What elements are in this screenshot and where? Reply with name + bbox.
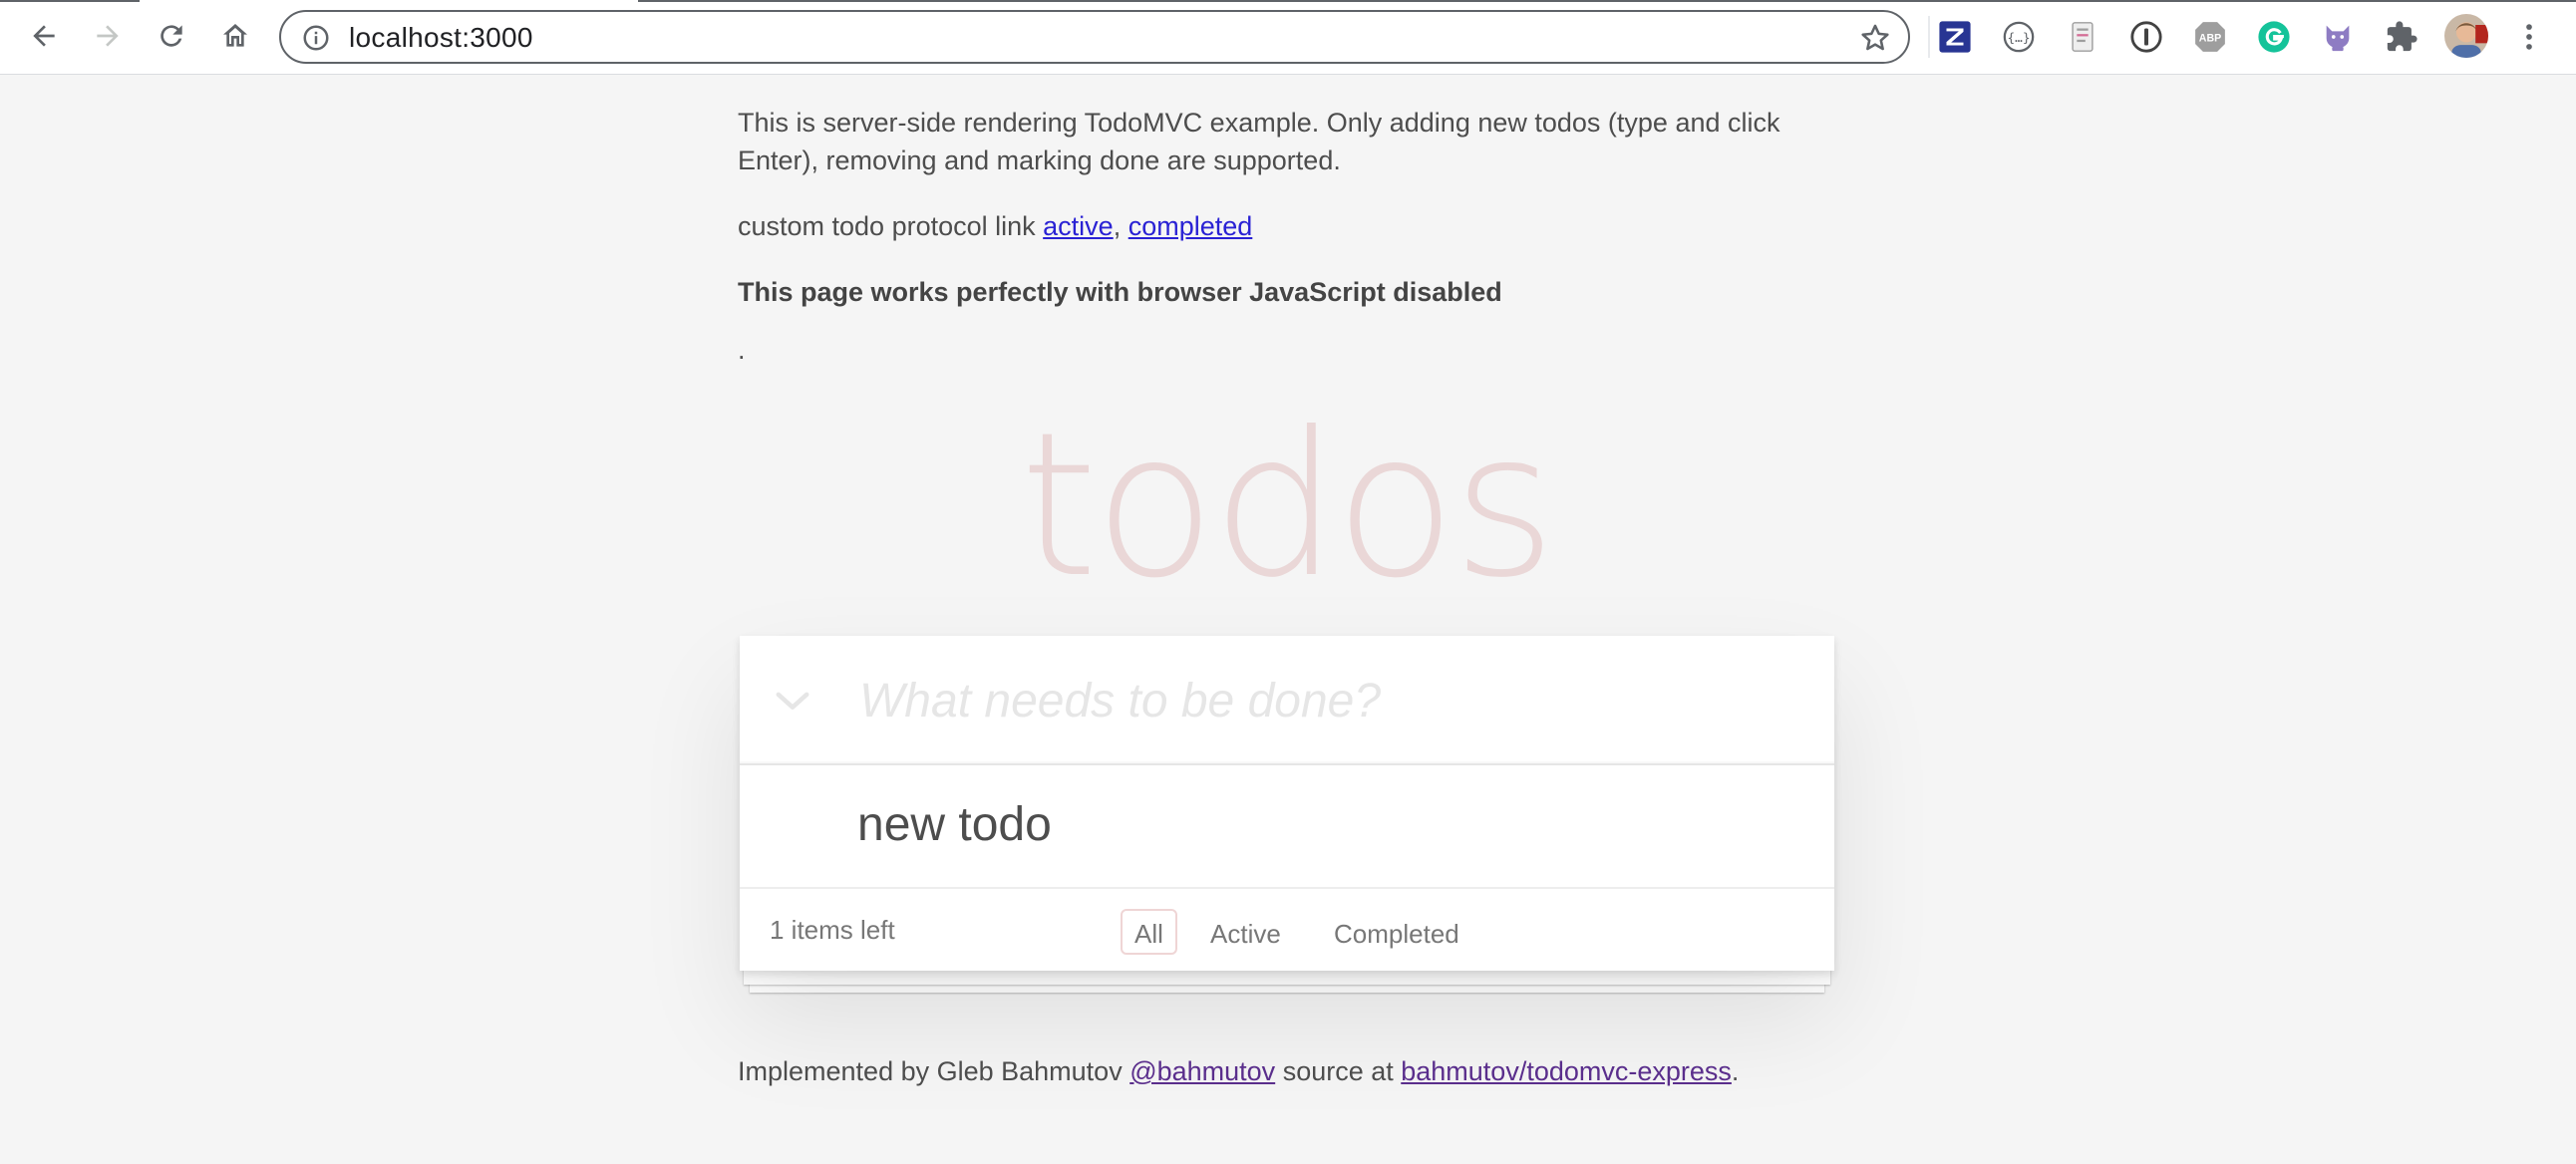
chevron-down-icon	[776, 692, 809, 710]
repo-link[interactable]: bahmutov/todomvc-express	[1401, 1056, 1732, 1086]
bookmark-star-icon[interactable]	[1858, 21, 1892, 55]
app-title: todos	[1019, 390, 1556, 622]
intro-section: This is server-side rendering TodoMVC ex…	[738, 104, 1834, 369]
cat-extension-icon[interactable]	[2319, 18, 2357, 56]
arrow-left-icon	[33, 25, 55, 47]
js-disabled-note: This page works perfectly with browser J…	[738, 277, 1502, 307]
stack-shadow-layer	[744, 969, 1830, 985]
json-formatter-icon[interactable]: {…}	[2000, 18, 2038, 56]
items-left-count: 1 items left	[770, 915, 895, 945]
intro-text: This is server-side rendering TodoMVC ex…	[738, 108, 1780, 175]
protocol-prefix: custom todo protocol link	[738, 211, 1044, 241]
svg-text:{…}: {…}	[2007, 31, 2030, 46]
protocol-line: custom todo protocol link active, comple…	[738, 207, 1834, 245]
home-button[interactable]	[209, 10, 261, 62]
todo-footer: 1 items left All Active Completed	[740, 889, 1834, 971]
active-protocol-link[interactable]: active	[1043, 211, 1114, 241]
toolbar-divider	[1928, 16, 1930, 58]
reload-icon	[161, 25, 182, 47]
todo-item[interactable]: new todo	[740, 765, 1834, 889]
info-prefix: Implemented by Gleb Bahmutov	[738, 1056, 1130, 1086]
reload-button[interactable]	[146, 10, 197, 62]
home-icon	[223, 24, 247, 47]
zotero-icon[interactable]	[1936, 18, 1974, 56]
new-todo-input[interactable]	[857, 660, 1798, 741]
info-icon[interactable]	[301, 23, 331, 53]
new-todo-row	[740, 636, 1834, 765]
info-footer: Implemented by Gleb Bahmutov @bahmutov s…	[738, 1052, 1934, 1090]
avatar[interactable]	[2444, 14, 2488, 58]
puzzle-icon[interactable]	[2383, 18, 2420, 56]
filter-all[interactable]: All	[1121, 909, 1177, 955]
url-text[interactable]: localhost:3000	[349, 22, 533, 54]
browser-toolbar: localhost:3000 {…} ABP	[0, 0, 2576, 75]
document-icon[interactable]	[2064, 18, 2101, 56]
svg-text:ABP: ABP	[2199, 32, 2221, 44]
dot-text: .	[738, 335, 746, 365]
menu-dots-icon[interactable]	[2510, 18, 2548, 56]
filter-active[interactable]: Active	[1196, 909, 1295, 955]
arrow-right-icon	[97, 25, 119, 47]
grammarly-icon[interactable]	[2255, 18, 2293, 56]
forward-button[interactable]	[82, 10, 134, 62]
password-manager-icon[interactable]	[2127, 18, 2165, 56]
address-bar[interactable]: localhost:3000	[279, 10, 1910, 64]
info-middle: source at	[1275, 1056, 1402, 1086]
filter-completed[interactable]: Completed	[1320, 909, 1473, 955]
adblock-plus-icon[interactable]: ABP	[2191, 18, 2229, 56]
todo-label[interactable]: new todo	[857, 795, 1052, 855]
info-suffix: .	[1731, 1056, 1740, 1086]
tab-strip-edge	[638, 0, 2576, 2]
toggle-all-button[interactable]	[768, 680, 817, 724]
completed-protocol-link[interactable]: completed	[1128, 211, 1253, 241]
protocol-separator: ,	[1113, 211, 1128, 241]
todo-app: new todo 1 items left All Active Complet…	[740, 636, 1834, 971]
tab-strip-edge	[0, 0, 140, 2]
author-link[interactable]: @bahmutov	[1129, 1056, 1275, 1086]
back-button[interactable]	[18, 10, 70, 62]
